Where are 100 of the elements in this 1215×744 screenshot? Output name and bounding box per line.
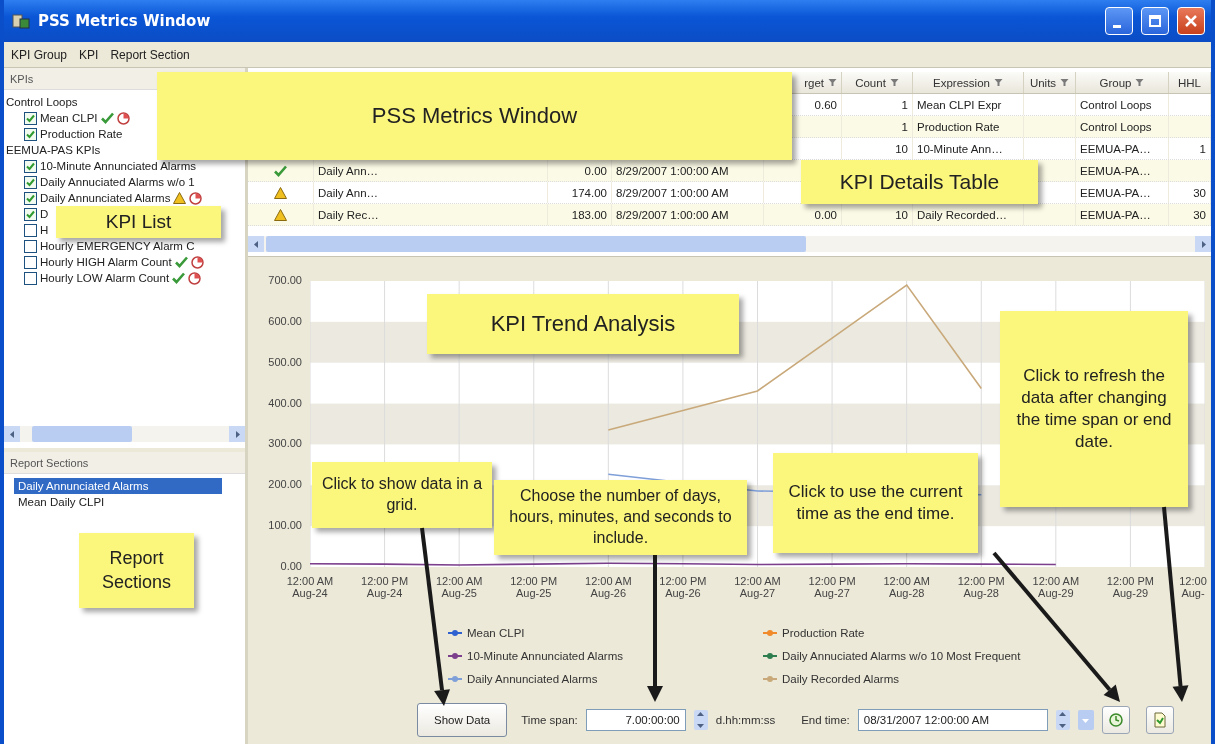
axis-label: 0.00 — [280, 560, 302, 572]
filter-icon[interactable] — [993, 78, 1003, 87]
callout: KPI List — [56, 206, 221, 238]
table-cell: 1 — [1199, 142, 1206, 155]
table-cell: Daily Ann… — [318, 186, 379, 199]
column-header[interactable]: Units — [1029, 76, 1057, 89]
axis-label: 12:00 PM Aug-25 — [509, 575, 559, 599]
menu-item[interactable]: KPI — [78, 45, 100, 64]
scrollbar[interactable] — [248, 236, 1211, 252]
scroll-left-button[interactable] — [4, 426, 20, 442]
list-item[interactable]: Mean Daily CLPI — [14, 494, 222, 510]
tree-item[interactable]: Daily Annuciated Alarms w/o 1 — [40, 176, 195, 188]
tree-item[interactable]: D — [40, 208, 49, 220]
maximize-button[interactable] — [1141, 7, 1169, 35]
checkbox[interactable] — [24, 223, 37, 237]
tree-item[interactable]: Daily Annunciated Alarms — [40, 192, 171, 204]
tree-group[interactable]: EEMUA-PAS KPIs — [6, 144, 101, 156]
scrollbar-thumb[interactable] — [266, 236, 806, 252]
checkbox[interactable] — [24, 271, 37, 285]
axis-label: 400.00 — [268, 396, 302, 409]
caret-up-icon — [696, 710, 706, 719]
close-button[interactable] — [1177, 7, 1205, 35]
column-header[interactable]: Expression — [933, 76, 990, 89]
legend-label: Mean CLPI — [467, 626, 525, 639]
field-label: End time: — [801, 714, 850, 726]
time-span-field[interactable]: 7.00:00:00 — [585, 709, 686, 731]
axis-label: 12:00 AM Aug-25 — [434, 575, 484, 599]
axis-label: 600.00 — [268, 314, 302, 327]
scroll-left-button[interactable] — [248, 236, 264, 252]
tree-item[interactable]: Hourly HIGH Alarm Count — [40, 256, 172, 268]
axis-label: 200.00 — [268, 478, 302, 491]
table-cell: 1 — [901, 120, 908, 133]
callout: Click to refresh the data after changing the time span or end date. — [1000, 311, 1188, 507]
end-time-field[interactable]: 08/31/2007 12:00:00 AM — [857, 709, 1048, 731]
spinner[interactable] — [1055, 710, 1070, 730]
table-cell: Daily Recorded… — [917, 208, 1008, 221]
scroll-right-button[interactable] — [229, 426, 245, 442]
tree-group[interactable]: Control Loops — [6, 96, 78, 108]
menu-item[interactable]: Report Section — [109, 45, 191, 64]
document-icon — [1151, 712, 1168, 728]
table-cell: 0.00 — [584, 164, 607, 177]
filter-icon[interactable] — [889, 78, 899, 87]
scrollbar[interactable] — [4, 426, 245, 442]
axis-label: 12:00 PM Aug-29 — [1105, 575, 1155, 599]
checkbox[interactable] — [24, 111, 37, 125]
tree-item[interactable]: Mean CLPI — [40, 112, 98, 124]
show-data-button[interactable]: Show Data — [417, 703, 508, 737]
scrollbar-thumb[interactable] — [32, 426, 132, 442]
checkbox[interactable] — [24, 127, 37, 141]
tree-item[interactable]: 10-Minute Annunciated Alarms — [40, 160, 196, 172]
table-cell: 8/29/2007 1:00:00 AM — [616, 186, 729, 199]
checkbox[interactable] — [24, 159, 37, 173]
axis-label: 500.00 — [268, 355, 302, 368]
column-header[interactable]: HHL — [1178, 76, 1201, 89]
table-cell: Control Loops — [1080, 120, 1152, 133]
axis-label: 12:00 AM Aug-26 — [584, 575, 633, 599]
spinner[interactable] — [693, 710, 708, 730]
column-header[interactable]: rget — [804, 76, 824, 89]
legend-label: 10-Minute Annunciated Alarms — [467, 649, 623, 662]
filter-icon[interactable] — [1135, 78, 1145, 87]
table-cell: 183.00 — [571, 208, 607, 221]
table-cell: 0.00 — [814, 208, 837, 221]
axis-label: 100.00 — [268, 519, 302, 532]
table-cell: 30 — [1193, 186, 1206, 199]
menu-item[interactable]: KPI Group — [10, 45, 69, 64]
table-cell: 10-Minute Ann… — [917, 142, 1003, 155]
column-header[interactable]: Count — [855, 76, 886, 89]
refresh-button[interactable] — [1145, 706, 1174, 734]
legend-marker — [763, 674, 777, 683]
tree-item[interactable]: Hourly LOW Alarm Count — [40, 272, 170, 284]
axis-label: 12:00 PM Aug-28 — [956, 575, 1006, 599]
table-cell: 174.00 — [571, 186, 607, 199]
axis-label: 12:00 AM Aug-28 — [882, 575, 931, 599]
checkbox[interactable] — [24, 239, 37, 253]
table-cell: 30 — [1193, 208, 1206, 221]
axis-label: 12:00 AM Aug-24 — [285, 575, 335, 599]
checkbox[interactable] — [24, 191, 37, 205]
checkbox[interactable] — [24, 207, 37, 221]
tree-item[interactable]: H — [40, 224, 49, 236]
tree-item[interactable]: Production Rate — [40, 128, 123, 140]
filter-icon[interactable] — [828, 78, 837, 87]
tree-item[interactable]: Hourly EMERGENCY Alarm C — [40, 240, 195, 252]
caret-down-icon — [1058, 721, 1068, 730]
table-cell: 10 — [895, 208, 908, 221]
checkbox[interactable] — [24, 175, 37, 189]
window-title: PSS Metrics Window — [38, 12, 212, 30]
table-cell: Daily Ann… — [318, 164, 379, 177]
callout: Choose the number of days, hours, minutes, and seconds to include. — [494, 480, 747, 555]
filter-icon[interactable] — [1060, 78, 1070, 87]
axis-label: 12:00 PM Aug-26 — [658, 575, 708, 599]
list-item[interactable]: Daily Annunciated Alarms — [14, 478, 222, 494]
minimize-button[interactable] — [1105, 7, 1133, 35]
gauge-icon — [190, 255, 204, 269]
clock-button[interactable] — [1101, 706, 1130, 734]
maximize-icon — [1148, 14, 1162, 28]
checkbox[interactable] — [24, 255, 37, 269]
scroll-right-button[interactable] — [1195, 236, 1211, 252]
column-header[interactable]: Group — [1099, 76, 1132, 89]
axis-label: 12:00 PM Aug-27 — [807, 575, 857, 599]
format-hint: d.hh:mm:ss — [715, 714, 776, 726]
